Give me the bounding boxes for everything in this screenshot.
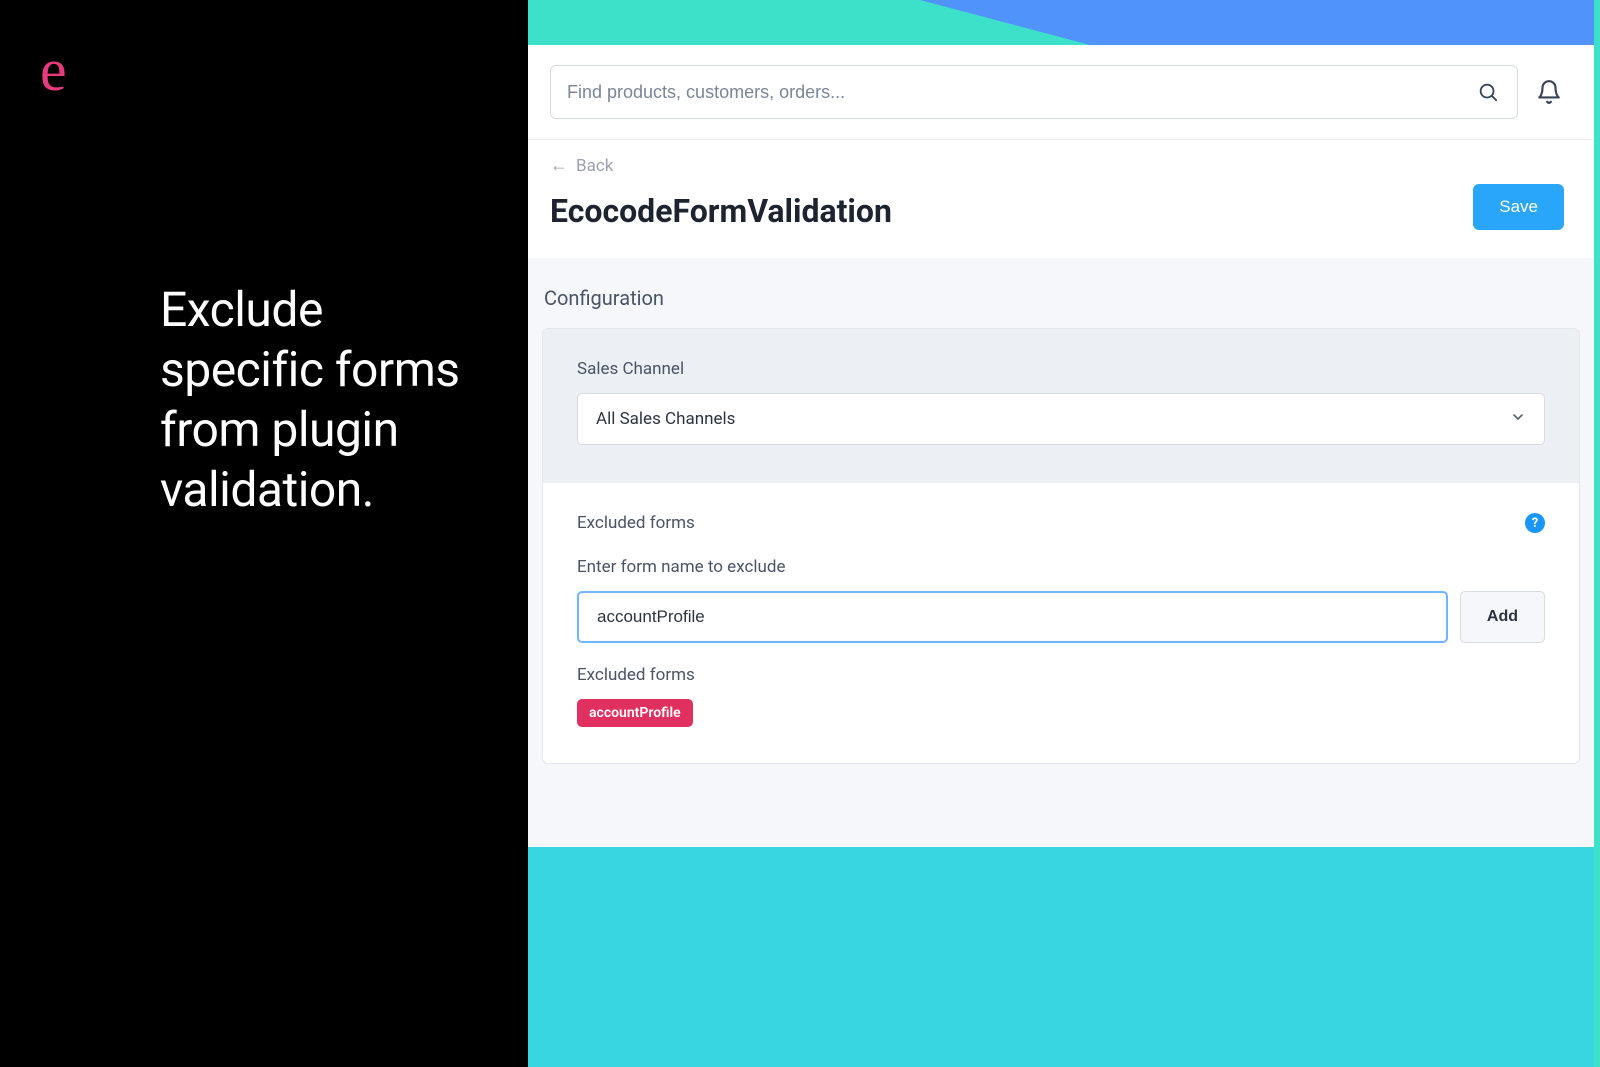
excluded-forms-block: Excluded forms ? Enter form name to excl… <box>543 483 1579 763</box>
excluded-tag[interactable]: accountProfile <box>577 699 693 727</box>
decoration-teal-right <box>1594 0 1600 1067</box>
page-header: ← Back EcocodeFormValidation Save <box>528 140 1594 258</box>
search-wrap[interactable] <box>550 65 1518 119</box>
topbar <box>528 45 1594 140</box>
section-title: Configuration <box>542 286 1580 310</box>
content-area: Configuration Sales Channel All Sales Ch… <box>528 258 1594 847</box>
back-link[interactable]: ← Back <box>550 156 892 176</box>
decoration-teal-bottom <box>528 847 1600 1067</box>
sales-channel-select[interactable]: All Sales Channels <box>577 393 1545 445</box>
form-name-input[interactable] <box>577 591 1448 643</box>
sales-channel-block: Sales Channel All Sales Channels <box>543 329 1579 483</box>
app-panel: ← Back EcocodeFormValidation Save Config… <box>528 0 1600 1067</box>
config-card: Sales Channel All Sales Channels Exclude… <box>542 328 1580 764</box>
save-button[interactable]: Save <box>1473 184 1564 230</box>
chevron-down-icon <box>1510 409 1526 429</box>
excluded-forms-label: Excluded forms <box>577 513 695 533</box>
help-icon[interactable]: ? <box>1525 513 1545 533</box>
sales-channel-label: Sales Channel <box>577 359 1545 379</box>
logo-letter: e <box>40 40 488 100</box>
promo-panel: e Exclude specific forms from plugin val… <box>0 0 528 1067</box>
sales-channel-value: All Sales Channels <box>596 409 735 429</box>
app-window: ← Back EcocodeFormValidation Save Config… <box>528 45 1594 847</box>
arrow-left-icon: ← <box>550 157 568 175</box>
search-input[interactable] <box>567 82 1475 103</box>
back-label: Back <box>576 156 613 176</box>
search-icon[interactable] <box>1475 79 1501 105</box>
notifications-icon[interactable] <box>1534 77 1564 107</box>
add-button[interactable]: Add <box>1460 591 1545 643</box>
page-title: EcocodeFormValidation <box>550 192 892 230</box>
add-form-row: Add <box>577 591 1545 643</box>
enter-form-label: Enter form name to exclude <box>577 557 1545 577</box>
excluded-list-label: Excluded forms <box>577 665 1545 685</box>
promo-headline: Exclude specific forms from plugin valid… <box>160 280 488 520</box>
excluded-tags-list: accountProfile <box>577 689 1545 727</box>
